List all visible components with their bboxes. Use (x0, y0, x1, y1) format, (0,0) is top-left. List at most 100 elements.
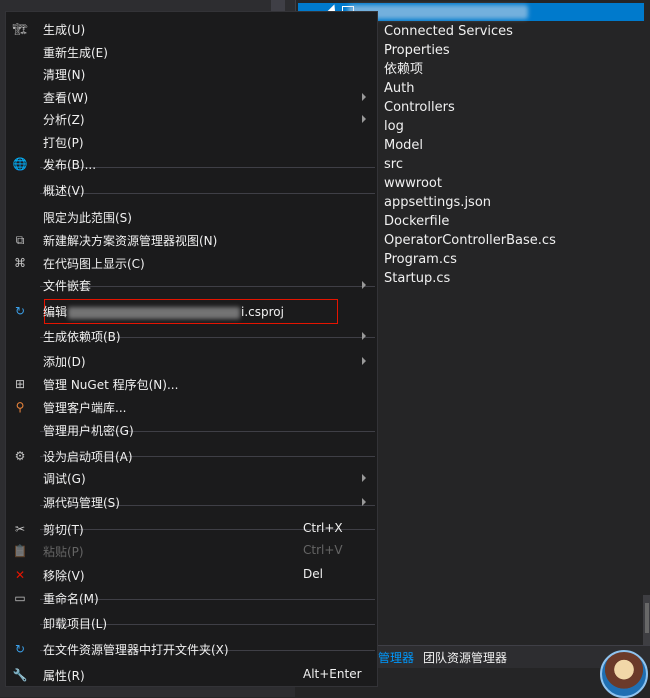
submenu-arrow-icon (362, 332, 366, 340)
menu-item[interactable]: ⧉ 新建解决方案资源管理器视图(N) (6, 228, 377, 251)
menu-item: 📋 粘贴(P) Ctrl+V (6, 539, 377, 562)
menu-item-shortcut: Ctrl+V (303, 543, 343, 557)
avatar[interactable] (600, 650, 648, 698)
menu-item[interactable]: 概述(V) (6, 178, 377, 201)
menu-item-label: 调试(G) (43, 472, 86, 486)
menu-item[interactable]: ⚙ 设为启动项目(A) (6, 444, 377, 467)
menu-item-label: 属性(R) (43, 669, 85, 683)
menu-item-label: 清理(N) (43, 68, 86, 82)
menu-item[interactable]: ✕ 移除(V) Del (6, 563, 377, 586)
menu-item-label: 在文件资源管理器中打开文件夹(X) (43, 643, 229, 657)
menu-item[interactable]: 🌐 发布(B)... (6, 152, 377, 175)
menu-item-label: 生成(U) (43, 23, 86, 37)
gear-icon: ⚙ (14, 449, 26, 463)
tree-item[interactable]: Properties (384, 41, 556, 60)
menu-item-label: 发布(B)... (43, 158, 97, 172)
menu-item[interactable]: ⊞ 管理 NuGet 程序包(N)... (6, 372, 377, 395)
build-icon: 🏗 (12, 22, 28, 36)
menu-item[interactable]: 添加(D) (6, 349, 377, 372)
scrollbar-thumb[interactable] (645, 603, 649, 633)
tree-item[interactable]: Controllers (384, 98, 556, 117)
menu-item[interactable]: 卸载项目(L) (6, 611, 377, 634)
menu-item[interactable]: ↻ 编辑 i.csproj (6, 299, 377, 322)
menu-item-label: 重命名(M) (43, 592, 99, 606)
tree-item[interactable]: Dockerfile (384, 212, 556, 231)
menu-item[interactable]: 查看(W) (6, 85, 377, 108)
wrench-icon: 🔧 (12, 668, 28, 682)
tree-item[interactable]: Program.cs (384, 250, 556, 269)
menu-item-label: 在代码图上显示(C) (43, 257, 145, 271)
paste-icon: 📋 (12, 544, 28, 558)
menu-item[interactable]: 调试(G) (6, 466, 377, 489)
tree-item[interactable]: Startup.cs (384, 269, 556, 288)
menu-item-label: 源代码管理(S) (43, 496, 120, 510)
tree-item[interactable]: Model (384, 136, 556, 155)
submenu-arrow-icon (362, 93, 366, 101)
menu-item[interactable]: 源代码管理(S) (6, 490, 377, 513)
menu-item-label: 粘贴(P) (43, 545, 84, 559)
menu-item-label: 打包(P) (43, 136, 84, 150)
submenu-arrow-icon (362, 498, 366, 506)
menu-item[interactable]: ✂ 剪切(T) Ctrl+X (6, 517, 377, 540)
menu-item[interactable]: 限定为此范围(S) (6, 205, 377, 228)
tree-item[interactable]: appsettings.json (384, 193, 556, 212)
menu-item-label: 管理客户端库... (43, 401, 127, 415)
new-view-icon: ⧉ (15, 232, 25, 247)
menu-item-label: 管理用户机密(G) (43, 424, 134, 438)
menu-item-label: 剪切(T) (43, 523, 84, 537)
vertical-scrollbar[interactable] (643, 595, 650, 645)
redacted-text (68, 306, 241, 319)
remove-icon: ✕ (14, 568, 26, 582)
project-context-menu: 🏗 生成(U) 重新生成(E) 清理(N) 查看(W) 分析(Z) 打包(P) 🌐 发布(B).… (5, 11, 378, 687)
menu-item-label: 限定为此范围(S) (43, 211, 132, 225)
client-library-icon: ⚲ (15, 400, 25, 414)
menu-item-label: 编辑 i.csproj (43, 305, 284, 319)
tree-item[interactable]: OperatorControllerBase.cs (384, 231, 556, 250)
menu-item-label: 文件嵌套 (43, 279, 92, 293)
menu-item-label: 生成依赖项(B) (43, 330, 121, 344)
menu-item-label: 重新生成(E) (43, 46, 108, 60)
menu-item-label: 分析(Z) (43, 113, 85, 127)
tree-item[interactable]: Connected Services (384, 22, 556, 41)
menu-item[interactable]: 重新生成(E) (6, 40, 377, 63)
menu-item[interactable]: 🏗 生成(U) (6, 17, 377, 40)
rename-icon: ▭ (14, 591, 26, 605)
menu-item[interactable]: ⌘ 在代码图上显示(C) (6, 251, 377, 274)
menu-item-label: 管理 NuGet 程序包(N)... (43, 378, 179, 392)
menu-item[interactable]: ↻ 在文件资源管理器中打开文件夹(X) (6, 637, 377, 660)
menu-item-shortcut: Del (303, 567, 323, 581)
tree-item[interactable]: log (384, 117, 556, 136)
scissors-icon: ✂ (14, 522, 26, 536)
tab-solution-explorer[interactable]: 管理器 (378, 649, 414, 666)
tab-team-explorer[interactable]: 团队资源管理器 (423, 649, 507, 666)
menu-item[interactable]: 🔧 属性(R) Alt+Enter (6, 663, 377, 686)
menu-item[interactable]: 管理用户机密(G) (6, 418, 377, 441)
open-folder-icon: ↻ (14, 642, 26, 656)
menu-item-label: 卸载项目(L) (43, 617, 108, 631)
menu-item-label: 移除(V) (43, 569, 85, 583)
menu-item[interactable]: 生成依赖项(B) (6, 324, 377, 347)
menu-item[interactable]: 打包(P) (6, 130, 377, 153)
submenu-arrow-icon (362, 474, 366, 482)
edit-project-icon: ↻ (14, 304, 26, 318)
menu-item[interactable]: 文件嵌套 (6, 273, 377, 296)
menu-item-label: 概述(V) (43, 184, 85, 198)
submenu-arrow-icon (362, 281, 366, 289)
submenu-arrow-icon (362, 357, 366, 365)
menu-item[interactable]: ▭ 重命名(M) (6, 586, 377, 609)
menu-item[interactable]: 分析(Z) (6, 107, 377, 130)
menu-item[interactable]: ⚲ 管理客户端库... (6, 395, 377, 418)
menu-item-shortcut: Alt+Enter (303, 667, 362, 681)
menu-item-label: 查看(W) (43, 91, 89, 105)
menu-item-shortcut: Ctrl+X (303, 521, 343, 535)
code-map-icon: ⌘ (14, 256, 26, 270)
menu-item-label: 设为启动项目(A) (43, 450, 133, 464)
tree-item[interactable]: wwwroot (384, 174, 556, 193)
nuget-icon: ⊞ (14, 377, 26, 391)
menu-item[interactable]: 清理(N) (6, 62, 377, 85)
menu-item-label: 新建解决方案资源管理器视图(N) (43, 234, 218, 248)
tree-item[interactable]: 依赖项 (384, 60, 556, 79)
tree-item[interactable]: Auth (384, 79, 556, 98)
globe-icon: 🌐 (12, 157, 28, 171)
tree-item[interactable]: src (384, 155, 556, 174)
